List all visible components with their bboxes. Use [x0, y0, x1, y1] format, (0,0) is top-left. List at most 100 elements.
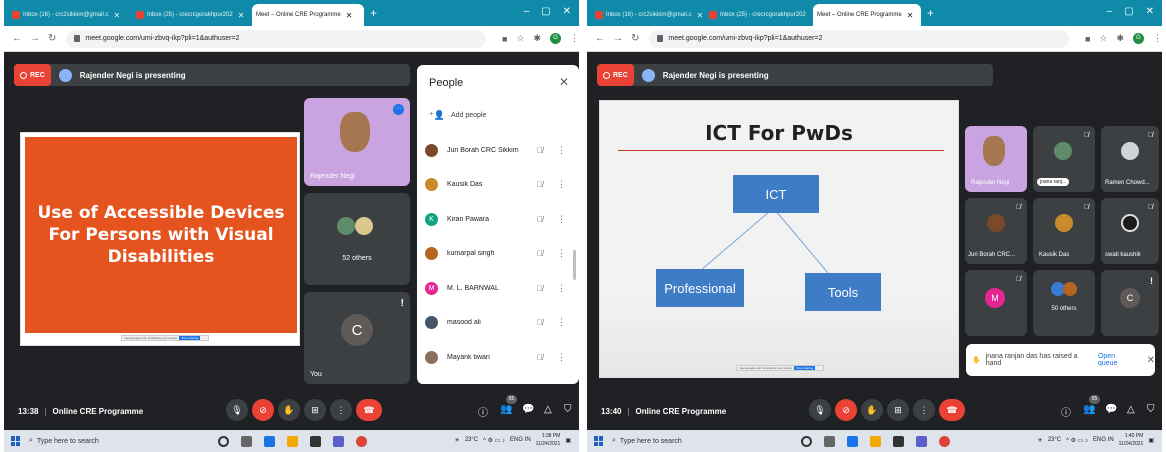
teams-icon[interactable] [916, 435, 927, 447]
scrollbar[interactable] [573, 250, 576, 280]
taskbar-search[interactable]: ⌕ Type here to search [29, 437, 204, 445]
more-icon[interactable]: ··· [393, 104, 404, 115]
tab-meet[interactable]: Meet – Online CRE Programme ✕ [252, 4, 364, 26]
extensions-icon[interactable]: ✱ [533, 33, 541, 44]
tab-inbox-2[interactable]: Inbox (25) - crecrcgorakhpur202 ✕ [132, 4, 250, 26]
participant-tile[interactable]: 🎙̸ Juri Borah CRC... [965, 198, 1027, 264]
participant-tile[interactable]: 🎙̸ Kausik Das [1033, 198, 1095, 264]
back-icon[interactable]: ← [12, 33, 22, 44]
participant-tile[interactable]: 🎙̸ Ramen Chowd... [1101, 126, 1159, 192]
close-tab-icon[interactable]: ✕ [346, 11, 353, 20]
participant-tile[interactable]: 🎙̸ swati kaushik [1101, 198, 1159, 264]
language[interactable]: ENG IN [510, 437, 531, 443]
chrome-icon[interactable] [939, 435, 950, 447]
camera-icon[interactable]: ■ [1085, 34, 1090, 44]
list-item[interactable]: masood ali 🎙̸ ⋮ [425, 306, 573, 341]
chat-icon[interactable]: 💬 [1105, 404, 1117, 415]
minimize-icon[interactable]: – [1107, 6, 1113, 17]
camera-icon[interactable]: ■ [502, 34, 507, 44]
file-explorer-icon[interactable] [870, 435, 881, 447]
host-controls-icon[interactable]: ⛉ [1147, 404, 1155, 415]
activities-icon[interactable]: △ [544, 404, 552, 415]
menu-icon[interactable]: ⋮ [1153, 33, 1162, 44]
raise-hand-button[interactable]: ✋ [278, 399, 300, 421]
participant-tile[interactable]: 50 others [1033, 270, 1095, 336]
close-window-icon[interactable]: ✕ [563, 6, 571, 17]
more-icon[interactable]: ⋮ [557, 352, 566, 363]
taskbar-search[interactable]: ⌕ Type here to search [612, 437, 787, 445]
raise-hand-button[interactable]: ✋ [861, 399, 883, 421]
close-tab-icon[interactable]: ✕ [238, 11, 245, 20]
presenter-tile[interactable]: ··· Rajender Negi [304, 98, 410, 186]
list-item[interactable]: K Kiran Pawara 🎙̸ ⋮ [425, 202, 573, 237]
leave-call-button[interactable]: ☎ [939, 399, 965, 421]
tab-inbox-1[interactable]: Inbox (16) - crc2sikkim@gmail.c ✕ [8, 4, 130, 26]
info-icon[interactable]: ⓘ [1061, 404, 1071, 419]
teams-icon[interactable] [333, 435, 344, 447]
close-tab-icon[interactable]: ✕ [696, 11, 703, 20]
people-icon[interactable]: 👥 [500, 404, 512, 415]
participant-tile[interactable]: 🎙̸ jnana ranj... [1033, 126, 1095, 192]
extensions-icon[interactable]: ✱ [1116, 33, 1124, 44]
more-icon[interactable]: ⋮ [557, 214, 566, 225]
mic-button[interactable]: 🎙 [809, 399, 831, 421]
self-tile[interactable]: C ! You [304, 292, 410, 384]
file-explorer-icon[interactable] [287, 435, 298, 447]
maximize-icon[interactable]: ▢ [541, 6, 550, 17]
edge-icon[interactable] [264, 435, 275, 447]
url-field[interactable]: meet.google.com/umi-zbvq-ikp?pli=1&authu… [649, 29, 1069, 48]
minimize-icon[interactable]: – [524, 6, 530, 17]
task-view-icon[interactable] [824, 435, 835, 447]
menu-icon[interactable]: ⋮ [570, 33, 579, 44]
star-icon[interactable]: ☆ [516, 33, 524, 44]
store-icon[interactable] [310, 435, 321, 447]
close-icon[interactable]: ✕ [1147, 355, 1155, 366]
star-icon[interactable]: ☆ [1099, 33, 1107, 44]
info-icon[interactable]: ⓘ [478, 404, 488, 419]
more-options-button[interactable]: ⋮ [913, 399, 935, 421]
reload-icon[interactable]: ↻ [48, 33, 56, 44]
back-icon[interactable]: ← [595, 33, 605, 44]
camera-off-button[interactable]: ⊘ [252, 399, 274, 421]
close-window-icon[interactable]: ✕ [1146, 6, 1154, 17]
list-item[interactable]: M M. L. BARNWAL 🎙̸ ⋮ [425, 271, 573, 306]
list-item[interactable]: Kausik Das 🎙̸ ⋮ [425, 168, 573, 203]
new-tab-icon[interactable]: + [927, 6, 934, 20]
present-button[interactable]: ⊞ [304, 399, 326, 421]
more-icon[interactable]: ⋮ [557, 248, 566, 259]
more-icon[interactable]: ⋮ [557, 145, 566, 156]
edge-icon[interactable] [847, 435, 858, 447]
close-tab-icon[interactable]: ✕ [113, 11, 120, 20]
host-controls-icon[interactable]: ⛉ [564, 404, 572, 415]
activities-icon[interactable]: △ [1127, 404, 1135, 415]
add-people-button[interactable]: ⁺👤 Add people [429, 110, 486, 121]
clock[interactable]: 1:40 PM 11/24/2021 [1119, 432, 1144, 448]
list-item[interactable]: kumarpal singh 🎙̸ ⋮ [425, 237, 573, 272]
tray-icons[interactable]: ^ ⚙ ▭ ♪ [1066, 437, 1088, 444]
language[interactable]: ENG IN [1093, 437, 1114, 443]
tab-meet[interactable]: Meet – Online CRE Programme ✕ [813, 4, 921, 26]
more-options-button[interactable]: ⋮ [330, 399, 352, 421]
chrome-icon[interactable] [356, 435, 367, 447]
notification-icon[interactable]: ▣ [565, 437, 571, 444]
people-icon[interactable]: 👥 [1083, 404, 1095, 415]
tray-icons[interactable]: ^ ⚙ ▭ ♪ [483, 437, 505, 444]
mic-button[interactable]: 🎙 [226, 399, 248, 421]
chat-icon[interactable]: 💬 [522, 404, 534, 415]
store-icon[interactable] [893, 435, 904, 447]
participant-tile[interactable]: ! C [1101, 270, 1159, 336]
windows-start-icon[interactable] [594, 436, 604, 446]
others-tile[interactable]: 52 others [304, 193, 410, 285]
participant-tile[interactable]: Rajender Negi [965, 126, 1027, 192]
more-icon[interactable]: ⋮ [557, 179, 566, 190]
profile-avatar[interactable]: G [550, 33, 561, 44]
cortana-icon[interactable] [801, 435, 812, 447]
close-tab-icon[interactable]: ✕ [907, 11, 914, 20]
close-icon[interactable]: ✕ [559, 75, 569, 89]
forward-icon[interactable]: → [613, 33, 623, 44]
list-item[interactable]: Juri Borah CRC Sikkim 🎙̸ ⋮ [425, 133, 573, 168]
notification-icon[interactable]: ▣ [1148, 437, 1154, 444]
tab-inbox-2[interactable]: Inbox (25) - crecrcgorakhpur202 ✕ [705, 4, 811, 26]
maximize-icon[interactable]: ▢ [1124, 6, 1133, 17]
profile-avatar[interactable]: G [1133, 33, 1144, 44]
